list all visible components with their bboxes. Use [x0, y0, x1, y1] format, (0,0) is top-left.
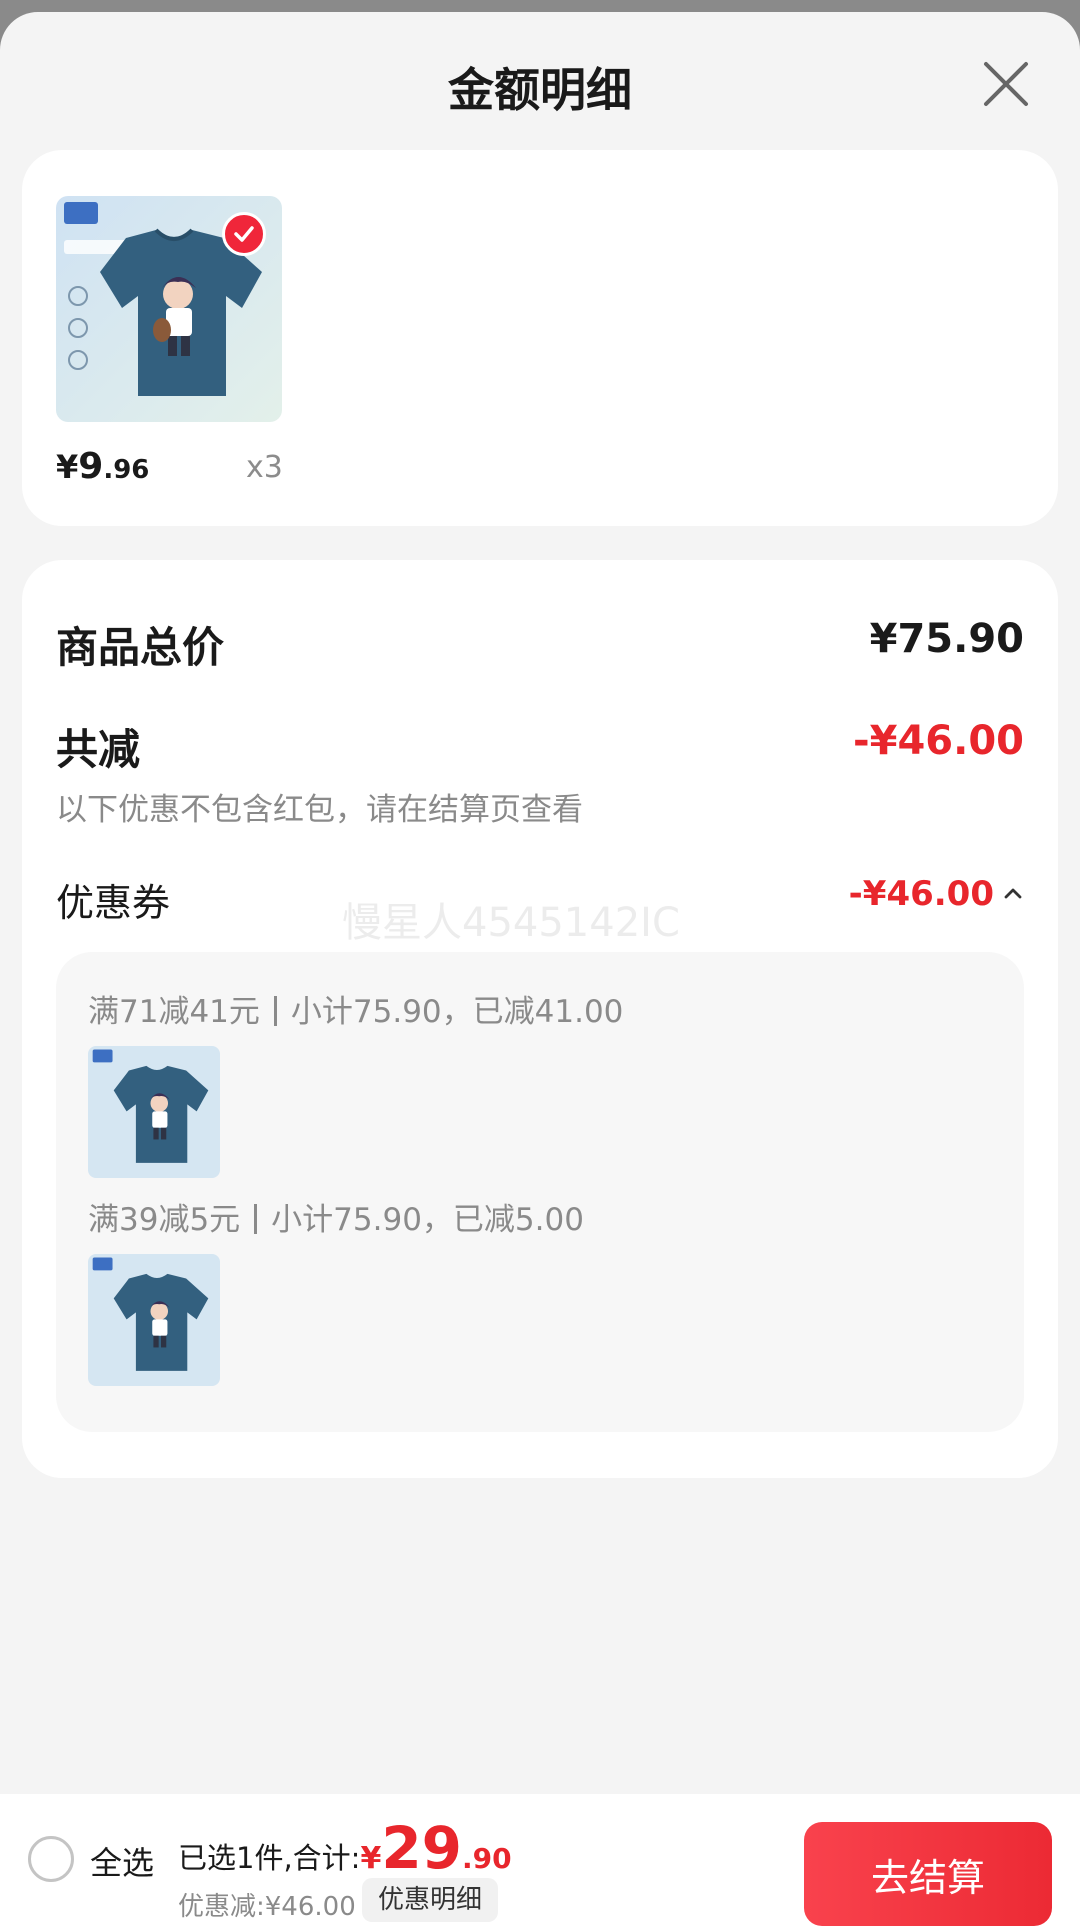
product-quantity: x3 [246, 450, 283, 485]
coupon-detail: 小计75.90，已减5.00 [271, 1202, 584, 1238]
close-icon [984, 62, 1028, 106]
select-all-radio[interactable] [28, 1836, 74, 1882]
checkout-button[interactable]: 去结算 [804, 1822, 1052, 1926]
coupon-label: 优惠券 [56, 881, 171, 925]
watermark: 慢星人4545142IC [342, 900, 680, 946]
discount-detail-button[interactable]: 优惠明细 [362, 1878, 499, 1922]
price-currency: ¥ [56, 448, 79, 486]
total-price-value: ¥75.90 [869, 616, 1024, 662]
product-image [56, 196, 282, 422]
product-price: ¥9.96 [56, 446, 149, 487]
coupon-condition: 满71减41元 [88, 994, 260, 1030]
total-reduction-label: 共减 [56, 725, 141, 774]
coupon-condition: 满39减5元 [88, 1202, 241, 1238]
coupon-product-image [88, 1046, 220, 1178]
summary-card: 商品总价 ¥75.90 共减 -¥46.00 以下优惠不包含红包，请在结算页查看… [22, 560, 1058, 1478]
total-price-label: 商品总价 [56, 623, 225, 672]
selected-check-icon[interactable] [222, 212, 266, 256]
coupon-rule-1: 满71减41元 小计75.90，已减41.00 [88, 986, 623, 1031]
coupon-detail: 小计75.90，已减41.00 [290, 994, 624, 1030]
price-integer: 9 [78, 446, 104, 487]
checkout-bar: 全选 已选1件,合计:¥29.90 优惠减:¥46.00 优惠明细 去结算 [0, 1794, 1080, 1932]
order-total: 已选1件,合计:¥29.90 [178, 1814, 512, 1882]
total-integer: 29 [381, 1814, 463, 1882]
divider [254, 1204, 258, 1234]
coupon-toggle[interactable]: -¥46.00 [849, 874, 1024, 914]
amount-detail-sheet: 金额明细 ¥9.96 x3 商品总价 ¥75.90 共减 -¥46.00 以下优… [0, 12, 1080, 1932]
sheet-title: 金额明细 [448, 63, 632, 117]
items-card: ¥9.96 x3 [22, 150, 1058, 526]
product-item[interactable]: ¥9.96 x3 [56, 196, 286, 487]
total-currency: ¥ [360, 1841, 382, 1876]
divider [273, 996, 277, 1026]
close-button[interactable] [976, 54, 1036, 114]
select-all-label[interactable]: 全选 [90, 1838, 154, 1884]
saved-amount: 优惠减:¥46.00 [178, 1892, 356, 1922]
coupon-rule-2: 满39减5元 小计75.90，已减5.00 [88, 1194, 584, 1239]
total-reduction-value: -¥46.00 [853, 718, 1024, 764]
total-decimal: .90 [462, 1842, 512, 1875]
coupon-value: -¥46.00 [848, 874, 994, 914]
discount-note: 以下优惠不包含红包，请在结算页查看 [56, 792, 583, 828]
chevron-up-icon [1004, 888, 1022, 899]
coupon-detail-box: 满71减41元 小计75.90，已减41.00 满39减5元 小计75.90，已减5… [56, 952, 1024, 1432]
price-decimal: .96 [103, 455, 150, 485]
selected-count-text: 已选1件,合计: [178, 1841, 361, 1875]
coupon-product-image [88, 1254, 220, 1386]
sheet-header: 金额明细 [0, 12, 1080, 162]
